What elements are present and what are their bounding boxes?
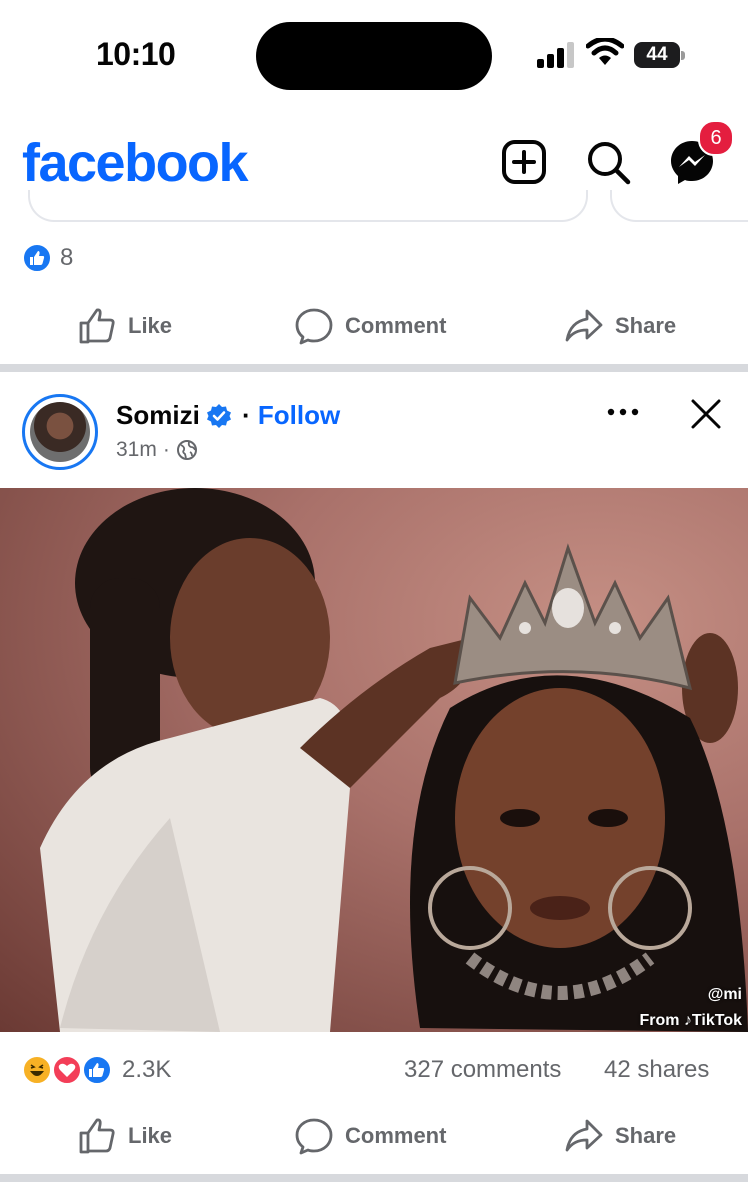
post-image[interactable]: @mi From ♪TikTok	[0, 488, 748, 1032]
comment-icon	[295, 1118, 333, 1155]
more-options-icon[interactable]	[605, 400, 641, 424]
status-bar: 10:10 44	[0, 0, 748, 110]
globe-icon	[176, 440, 197, 460]
facebook-logo[interactable]: facebook	[22, 132, 249, 194]
battery-indicator: 44	[634, 42, 686, 70]
previous-post-card	[28, 190, 588, 222]
follow-link[interactable]: · Follow	[242, 400, 340, 431]
search-icon[interactable]	[584, 138, 632, 186]
dynamic-island	[256, 22, 492, 90]
share-button[interactable]: Share	[565, 1106, 676, 1166]
like-reaction-icon	[82, 1055, 112, 1085]
wifi-icon	[586, 38, 624, 65]
reaction-count[interactable]: 2.3K	[122, 1056, 171, 1084]
post-header: Somizi · Follow 31m ·	[0, 372, 748, 488]
watermark-handle: @mi	[707, 986, 742, 1003]
author-avatar-ring[interactable]	[22, 394, 98, 470]
post-action-bar: Like Comment Share	[0, 1106, 748, 1166]
verified-badge-icon	[207, 404, 231, 428]
like-button[interactable]: Like	[78, 296, 172, 356]
like-icon	[79, 308, 115, 344]
post-stats: 2.3K 327 comments 42 shares	[0, 1040, 748, 1100]
close-icon[interactable]	[688, 396, 724, 432]
share-label: Share	[615, 313, 677, 338]
share-icon	[565, 309, 603, 342]
messenger-badge: 6	[698, 120, 734, 156]
like-reaction-icon	[22, 243, 52, 273]
post-separator	[0, 1174, 748, 1182]
share-button[interactable]: Share	[565, 296, 676, 356]
like-label: Like	[128, 1123, 173, 1148]
comment-button[interactable]: Comment	[295, 1106, 446, 1166]
battery-nub	[681, 51, 685, 60]
like-button[interactable]: Like	[78, 1106, 172, 1166]
share-count[interactable]: 42 shares	[604, 1056, 709, 1084]
cellular-signal-icon	[537, 42, 574, 68]
like-label: Like	[128, 313, 173, 338]
avatar	[30, 402, 90, 462]
battery-level: 44	[634, 42, 680, 68]
like-icon	[79, 1118, 115, 1154]
comment-button[interactable]: Comment	[295, 296, 446, 356]
share-icon	[565, 1119, 603, 1152]
post-separator	[0, 364, 748, 372]
comment-label: Comment	[345, 1123, 447, 1148]
follow-separator: ·	[242, 400, 251, 430]
comment-label: Comment	[345, 313, 447, 338]
tiktok-watermark: From ♪TikTok	[639, 1012, 742, 1029]
create-post-icon[interactable]	[500, 138, 548, 186]
meta-separator: ·	[162, 438, 170, 461]
previous-post-reactions[interactable]: 8	[22, 243, 73, 273]
share-label: Share	[615, 1123, 677, 1148]
post-meta: 31m ·	[116, 438, 198, 462]
author-name[interactable]: Somizi	[116, 400, 200, 431]
previous-post-card-secondary	[610, 190, 748, 222]
love-reaction-icon	[52, 1055, 82, 1085]
post-time[interactable]: 31m	[116, 438, 157, 462]
previous-post-action-bar: Like Comment Share	[0, 296, 748, 356]
post-image-illustration	[40, 488, 748, 1032]
comment-count[interactable]: 327 comments	[404, 1056, 561, 1084]
follow-label: Follow	[257, 400, 341, 430]
comment-icon	[295, 308, 333, 345]
previous-post-reaction-count: 8	[60, 244, 74, 271]
haha-reaction-icon	[22, 1055, 52, 1085]
status-time: 10:10	[96, 36, 176, 72]
